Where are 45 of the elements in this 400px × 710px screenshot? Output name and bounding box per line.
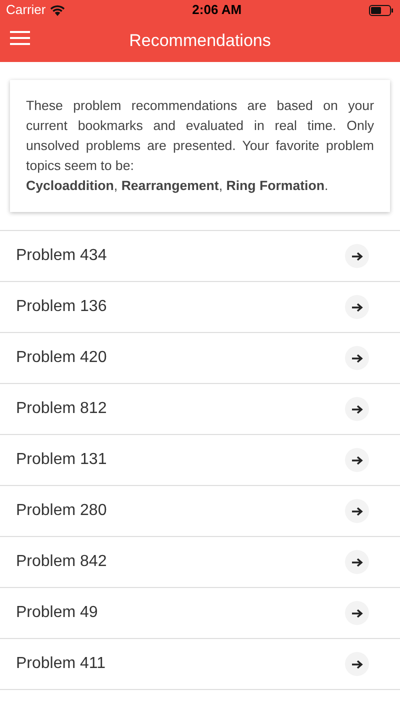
- problem-label: Problem 136: [16, 297, 107, 317]
- open-button[interactable]: [345, 397, 369, 421]
- arrow-right-icon: [352, 660, 362, 668]
- open-button[interactable]: [345, 346, 369, 370]
- problem-label: Problem 131: [16, 450, 107, 470]
- problem-row[interactable]: Problem 434: [0, 231, 400, 282]
- problem-label: Problem 842: [16, 552, 107, 572]
- page-title: Recommendations: [129, 30, 271, 52]
- open-button[interactable]: [345, 601, 369, 625]
- problem-label: Problem 280: [16, 501, 107, 521]
- open-button[interactable]: [345, 499, 369, 523]
- problem-label: Problem 434: [16, 246, 107, 266]
- menu-button[interactable]: [10, 30, 30, 46]
- open-button[interactable]: [345, 295, 369, 319]
- open-button[interactable]: [345, 448, 369, 472]
- battery-icon: [368, 4, 394, 16]
- arrow-right-icon: [352, 558, 362, 566]
- open-button[interactable]: [345, 244, 369, 268]
- menu-icon: [10, 30, 30, 46]
- problem-row[interactable]: Problem 420: [0, 333, 400, 384]
- carrier-label: Carrier: [6, 1, 46, 20]
- arrow-right-icon: [352, 354, 362, 362]
- problem-row[interactable]: Problem 411: [0, 639, 400, 690]
- open-button[interactable]: [345, 550, 369, 574]
- problem-row[interactable]: Problem 131: [0, 435, 400, 486]
- wifi-icon: [50, 4, 65, 16]
- problem-row[interactable]: Problem 812: [0, 384, 400, 435]
- favorite-topics: Cycloaddition, Rearrangement, Ring Formation.: [26, 177, 330, 195]
- arrow-right-icon: [352, 302, 362, 312]
- problem-label: Problem 420: [16, 348, 107, 368]
- arrow-right-icon: [352, 456, 362, 464]
- arrow-right-icon: [352, 506, 362, 516]
- problem-row[interactable]: Problem 136: [0, 282, 400, 333]
- problem-row[interactable]: Problem 49: [0, 588, 400, 639]
- problem-label: Problem 411: [16, 654, 106, 674]
- problem-label: Problem 49: [16, 603, 98, 623]
- problem-label: Problem 812: [16, 399, 107, 419]
- status-time: 2:06 AM: [192, 1, 242, 20]
- arrow-right-icon: [352, 608, 362, 618]
- open-button[interactable]: [345, 652, 369, 676]
- arrow-right-icon: [352, 252, 362, 260]
- problem-row[interactable]: Problem 280: [0, 486, 400, 537]
- info-text: These problem recommendations are based on your current bookmarks and evaluated in real time. Only unsolved problems are presented. Your favorite problem topics seem to be:: [26, 97, 374, 175]
- problem-row[interactable]: Problem 842: [0, 537, 400, 588]
- arrow-right-icon: [352, 404, 362, 414]
